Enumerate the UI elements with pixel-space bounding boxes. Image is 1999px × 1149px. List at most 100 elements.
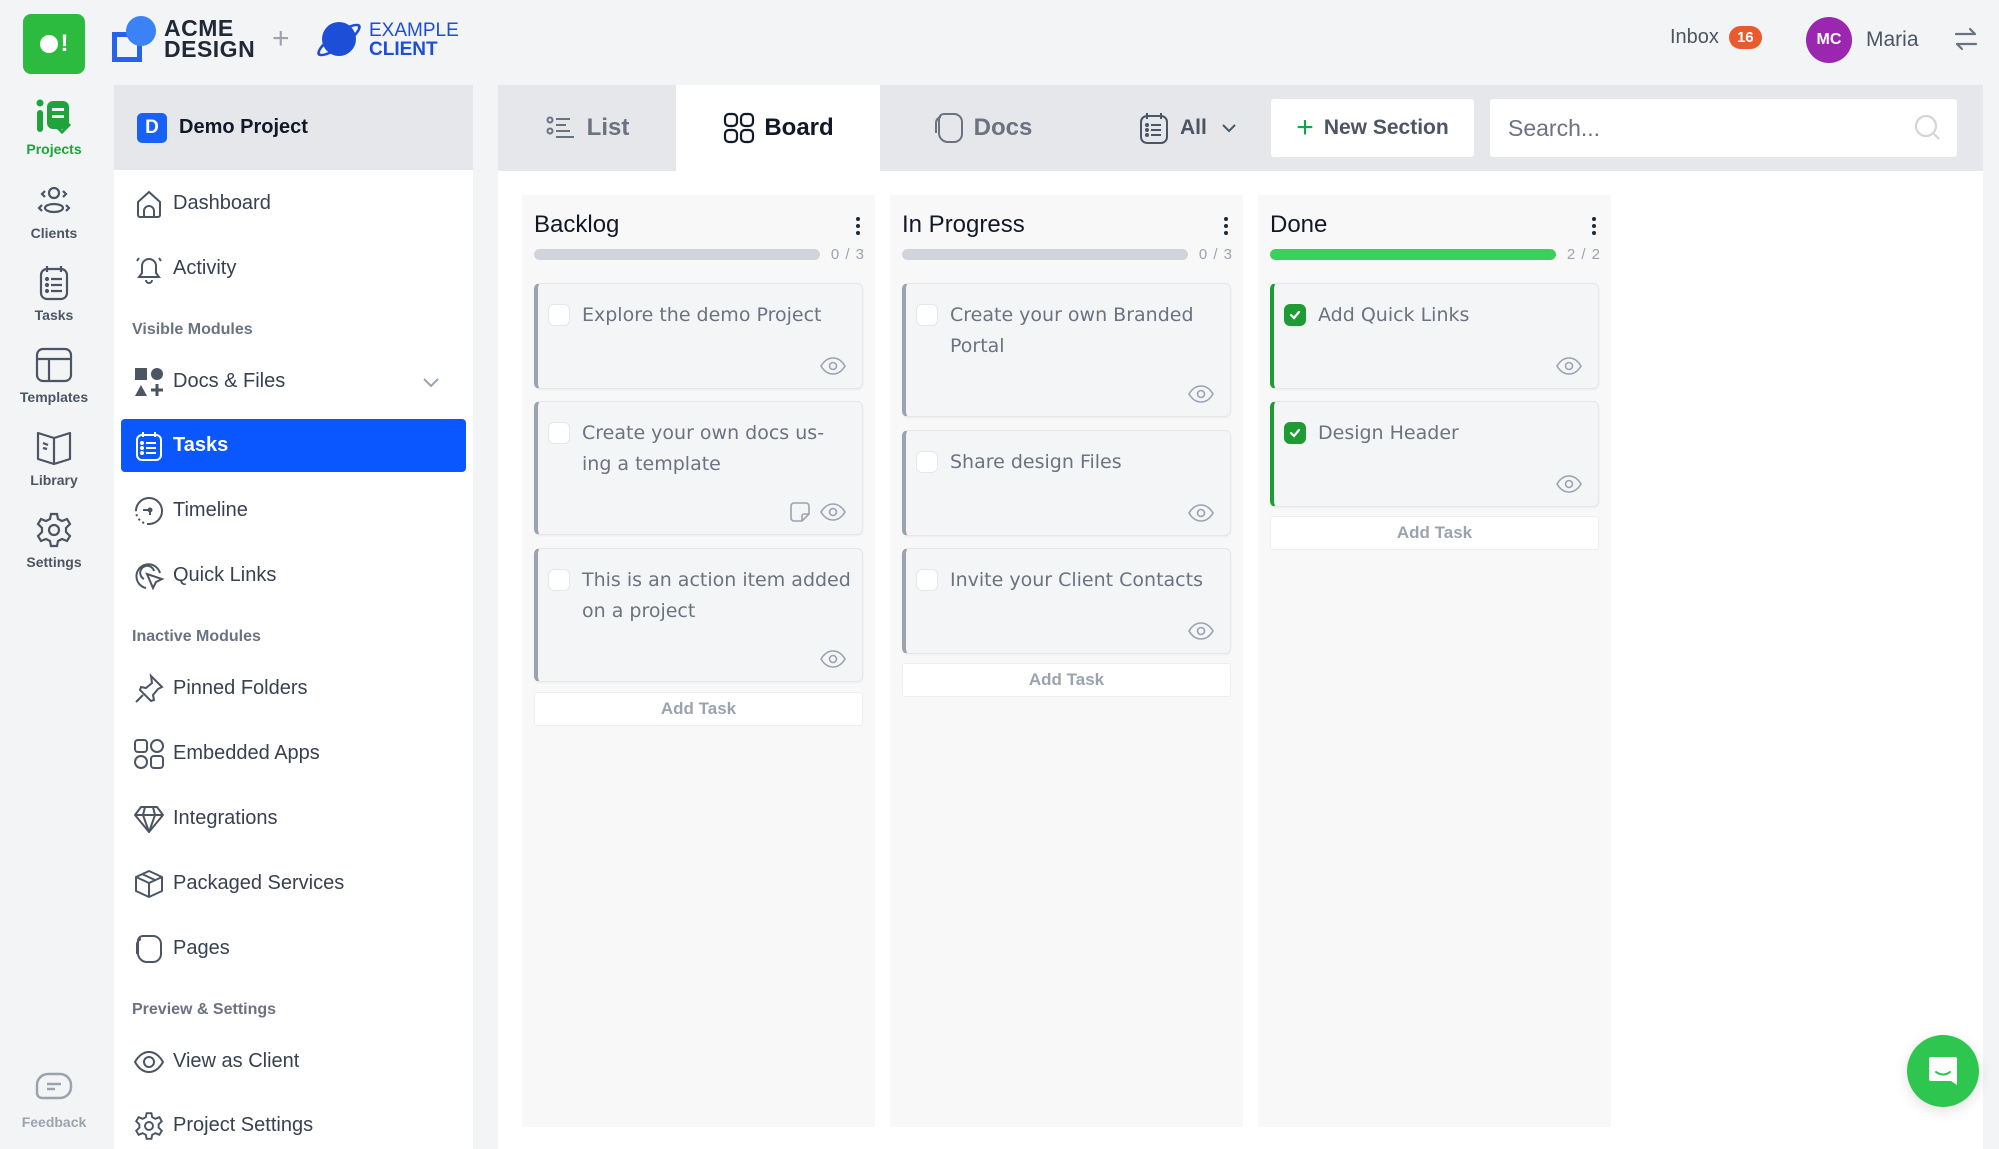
task-checkbox[interactable] — [548, 422, 570, 444]
rail-item-library[interactable]: Library — [0, 428, 108, 488]
column-menu-kebab-icon[interactable] — [1589, 215, 1599, 237]
task-checkbox[interactable] — [916, 451, 938, 473]
task-card[interactable]: Share design Files — [902, 430, 1231, 536]
tab-list[interactable]: List — [498, 85, 676, 171]
nav-item-timeline[interactable]: Timeline — [121, 484, 466, 537]
templates-icon — [35, 347, 73, 383]
task-checkbox[interactable] — [916, 304, 938, 326]
feedback-icon — [35, 1072, 73, 1100]
project-sidebar: D Demo Project Dashboard Activity Visibl… — [114, 85, 473, 1149]
task-checkbox[interactable] — [548, 304, 570, 326]
docs-icon — [934, 113, 963, 143]
projects-icon — [36, 99, 72, 135]
eye-icon[interactable] — [820, 356, 846, 376]
client-logo: EXAMPLE CLIENT — [313, 16, 459, 64]
task-card[interactable]: Invite your Client Contacts — [902, 548, 1231, 654]
pages-icon — [136, 934, 162, 963]
user-menu[interactable]: MC Maria — [1806, 17, 1919, 63]
nav-item-activity[interactable]: Activity — [121, 242, 466, 295]
nav-item-project-settings[interactable]: Project Settings — [121, 1099, 466, 1149]
task-card[interactable]: Create your own Branded Portal — [902, 283, 1231, 417]
column-menu-kebab-icon[interactable] — [853, 215, 863, 237]
view-toolbar: List Board Docs All + New Section — [498, 85, 1983, 171]
progress-fill — [1270, 249, 1556, 260]
agency-name-line2: DESIGN — [164, 36, 256, 62]
rail-item-settings[interactable]: Settings — [0, 510, 108, 570]
timeline-icon — [135, 496, 163, 525]
nav-item-pinned-folders[interactable]: Pinned Folders — [121, 662, 466, 715]
nav-item-dashboard[interactable]: Dashboard — [121, 177, 466, 230]
shapes-icon — [135, 367, 163, 396]
search-input[interactable] — [1490, 99, 1890, 157]
column-progress-label: 0 / 3 — [1198, 246, 1233, 263]
nav-label: Project Settings — [173, 1114, 314, 1136]
nav-label: Packaged Services — [173, 872, 345, 894]
app-rail: Projects Clients Tasks Templates Library… — [0, 85, 113, 1149]
nav-label: Pages — [173, 937, 230, 959]
new-section-label: New Section — [1323, 116, 1449, 139]
task-card[interactable]: Explore the demo Project — [534, 283, 863, 389]
planet-icon — [313, 16, 365, 64]
home-icon — [137, 190, 161, 218]
task-card[interactable]: Create your own docs us-ing a template — [534, 401, 863, 535]
bell-icon — [136, 256, 162, 284]
nav-item-embedded-apps[interactable]: Embedded Apps — [121, 727, 466, 780]
eye-icon[interactable] — [820, 649, 846, 669]
rail-item-templates[interactable]: Templates — [0, 345, 108, 405]
add-task-button[interactable]: Add Task — [902, 663, 1231, 697]
task-filter-dropdown[interactable]: All — [1138, 85, 1239, 171]
doc-note-icon[interactable] — [788, 502, 814, 522]
task-card[interactable]: Design Header — [1270, 401, 1599, 507]
chevron-down-icon[interactable] — [420, 371, 442, 393]
package-icon — [135, 869, 163, 898]
nav-item-integrations[interactable]: Integrations — [121, 792, 466, 845]
new-section-button[interactable]: + New Section — [1271, 99, 1474, 157]
board-column-done: Done 2 / 2 Add Quick Links Design Header… — [1258, 195, 1611, 1127]
eye-icon[interactable] — [1556, 474, 1582, 494]
list-icon — [546, 116, 574, 138]
project-header[interactable]: D Demo Project — [114, 85, 473, 170]
rail-label: Projects — [26, 141, 82, 157]
nav-item-tasks[interactable]: Tasks — [121, 419, 466, 472]
feedback-button[interactable]: Feedback — [0, 1070, 108, 1130]
tab-label: Board — [764, 114, 834, 141]
filter-value: All — [1180, 116, 1207, 139]
app-logo[interactable]: ! — [23, 14, 85, 74]
task-checkbox[interactable] — [548, 569, 570, 591]
nav-item-packaged-services[interactable]: Packaged Services — [121, 857, 466, 910]
rail-item-tasks[interactable]: Tasks — [0, 263, 108, 323]
eye-icon[interactable] — [1188, 621, 1214, 641]
task-card[interactable]: This is an action item added on a projec… — [534, 548, 863, 682]
task-card[interactable]: Add Quick Links — [1270, 283, 1599, 389]
nav-item-pages[interactable]: Pages — [121, 922, 466, 975]
search-icon[interactable] — [1913, 113, 1943, 143]
nav-label: Pinned Folders — [173, 677, 308, 699]
column-menu-kebab-icon[interactable] — [1221, 215, 1231, 237]
eye-icon[interactable] — [820, 502, 846, 522]
tab-board[interactable]: Board — [676, 85, 880, 171]
nav-item-docs-files[interactable]: Docs & Files — [121, 355, 466, 408]
add-task-button[interactable]: Add Task — [534, 692, 863, 726]
agency-logo: ACME DESIGN — [112, 16, 255, 62]
tab-docs[interactable]: Docs — [880, 85, 1084, 171]
eye-icon[interactable] — [1188, 503, 1214, 523]
library-icon — [36, 431, 72, 466]
nav-item-view-as-client[interactable]: View as Client — [121, 1035, 466, 1088]
task-checkbox-checked[interactable] — [1284, 304, 1306, 326]
client-name-line2: CLIENT — [369, 39, 438, 60]
switch-arrows-icon[interactable] — [1953, 24, 1979, 54]
top-bar: ! ACME DESIGN + EXAMPLE CLIENT Inbox 16 … — [0, 0, 1999, 85]
nav-item-quick-links[interactable]: Quick Links — [121, 549, 466, 602]
eye-icon[interactable] — [1556, 356, 1582, 376]
task-checkbox-checked[interactable] — [1284, 422, 1306, 444]
inbox-count-badge: 16 — [1728, 26, 1762, 49]
chat-launcher-button[interactable] — [1907, 1035, 1979, 1107]
column-title: Done — [1270, 211, 1328, 238]
task-checkbox[interactable] — [916, 569, 938, 591]
brand-plus: + — [272, 22, 290, 55]
eye-icon[interactable] — [1188, 384, 1214, 404]
rail-item-projects[interactable]: Projects — [0, 97, 108, 157]
rail-item-clients[interactable]: Clients — [0, 181, 108, 241]
add-task-button[interactable]: Add Task — [1270, 516, 1599, 550]
inbox-button[interactable]: Inbox 16 — [1670, 26, 1762, 49]
